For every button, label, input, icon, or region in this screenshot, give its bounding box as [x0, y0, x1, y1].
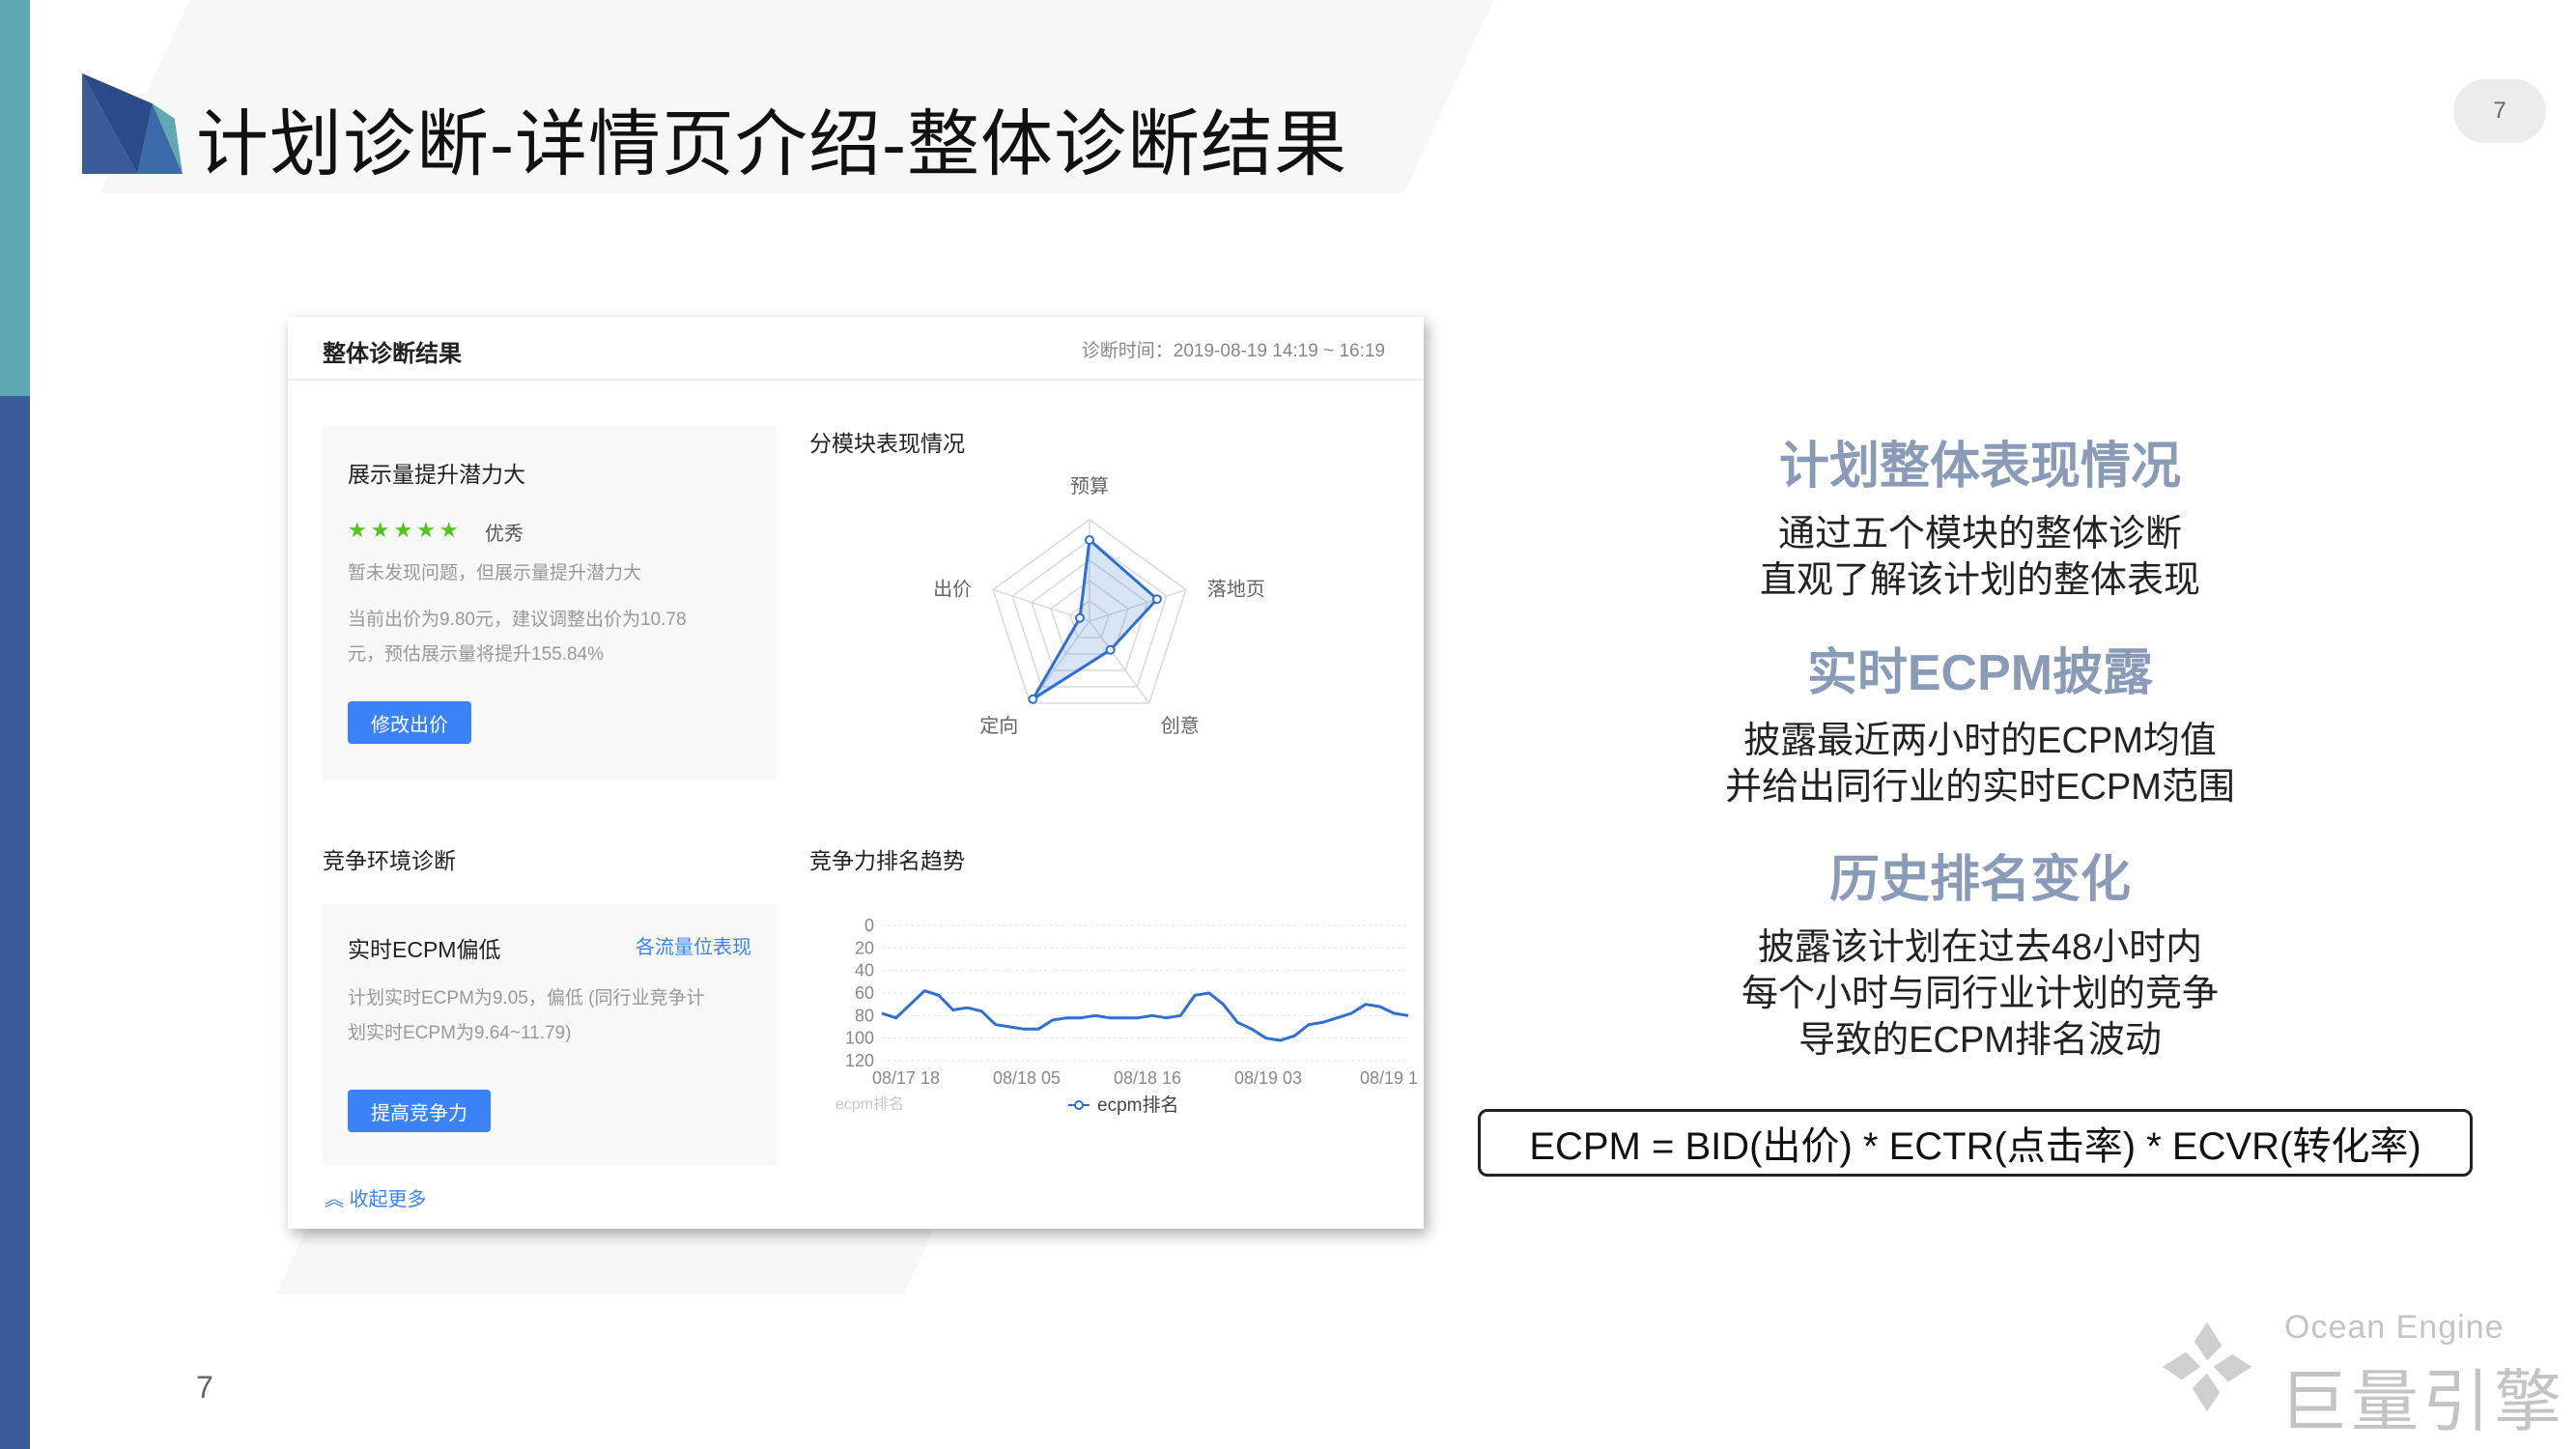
- explain-block-history: 历史排名变化 披露该计划在过去48小时内 每个小时与同行业计划的竞争 导致的EC…: [1565, 838, 2395, 1064]
- radar-value-point: [1075, 612, 1086, 623]
- explain-block-ecpm: 实时ECPM披露 披露最近两小时的ECPM均值 并给出同行业的实时ECPM范围: [1565, 632, 2395, 810]
- radar-value-point: [1105, 644, 1116, 655]
- star-rating-icon: ★★★★★: [348, 518, 463, 542]
- trend-y-tick-label: 20: [855, 938, 874, 957]
- card-title: 实时ECPM偏低: [348, 937, 501, 962]
- impression-card: 展示量提升潜力大 ★★★★★ 优秀 暂未发现问题，但展示量提升潜力大 当前出价为…: [323, 425, 777, 781]
- trend-axis-note: ecpm排名: [835, 1095, 904, 1113]
- brand-name-cn: 巨量引擎: [2279, 1364, 2565, 1439]
- trend-y-tick-label: 100: [845, 1029, 874, 1048]
- collapse-more-link[interactable]: ︽ 收起更多: [325, 1183, 427, 1211]
- trend-x-tick-label: 08/18 05: [993, 1068, 1061, 1088]
- ranking-trend-chart: 0 20 40 60 80 100 12008/17 18 08/18 05 08/18 16 0…: [835, 916, 1418, 1116]
- diagnosis-time: 诊断时间：2019-08-19 14:19 ~ 16:19: [1081, 341, 1385, 361]
- explain-line: 通过五个模块的整体诊断: [1777, 514, 2182, 554]
- radar-axis-label: 落地页: [1207, 579, 1265, 601]
- trend-y-tick-label: 80: [855, 1006, 874, 1025]
- trend-section-label: 竞争力排名趋势: [809, 848, 965, 873]
- card-desc: 暂未发现问题，但展示量提升潜力大: [348, 563, 642, 583]
- trend-x-tick-label: 08/18 16: [1114, 1068, 1181, 1088]
- explain-heading: 计划整体表现情况: [1778, 439, 2181, 495]
- chevron-up-icon: ︽: [325, 1189, 350, 1210]
- traffic-position-link[interactable]: 各流量位表现: [636, 931, 751, 959]
- explain-heading: 历史排名变化: [1828, 852, 2131, 908]
- explain-line: 直观了解该计划的整体表现: [1759, 560, 2200, 601]
- ocean-engine-logo-icon: [2162, 1321, 2252, 1412]
- explain-block-overall: 计划整体表现情况 通过五个模块的整体诊断 直观了解该计划的整体表现: [1565, 425, 2395, 604]
- left-accent-bar-top: [0, 0, 30, 396]
- trend-legend-label: ecpm排名: [1097, 1094, 1178, 1116]
- radar-value-point: [1151, 594, 1162, 605]
- radar-axis-label: 出价: [933, 579, 972, 601]
- radar-value-point: [1028, 694, 1038, 704]
- improve-competitiveness-button[interactable]: 提高竞争力: [348, 1090, 491, 1132]
- explain-line: 披露该计划在过去48小时内: [1757, 927, 2203, 968]
- panel-title: 整体诊断结果: [323, 341, 462, 367]
- trend-y-tick-label: 0: [864, 916, 874, 935]
- diagnosis-panel: 整体诊断结果 诊断时间：2019-08-19 14:19 ~ 16:19 展示量…: [288, 317, 1424, 1229]
- trend-x-tick-label: 08/17 18: [872, 1068, 940, 1088]
- trend-y-tick-label: 40: [855, 961, 874, 980]
- ecpm-card: 实时ECPM偏低 各流量位表现 计划实时ECPM为9.05，偏低 (同行业竞争计…: [323, 904, 777, 1165]
- explain-heading: 实时ECPM披露: [1806, 645, 2154, 701]
- explain-line: 每个小时与同行业计划的竞争: [1741, 974, 2219, 1014]
- page-number-footer: 7: [196, 1370, 213, 1405]
- module-radar-chart: 预算落地页创意 定向 出价: [933, 475, 1265, 737]
- trend-y-tick-label: 120: [845, 1051, 874, 1070]
- trend-x-tick-label: 08/19 1: [1360, 1068, 1418, 1088]
- card-desc: 划实时ECPM为9.64~11.79): [348, 1023, 572, 1043]
- trend-legend-marker: [1074, 1100, 1084, 1110]
- ecpm-formula: ECPM = BID(出价) * ECTR(点击率) * ECVR(转化率): [1478, 1109, 2473, 1177]
- trend-y-tick-label: 60: [855, 983, 874, 1003]
- brand-name-en: Ocean Engine: [2284, 1309, 2505, 1346]
- competition-section-label: 竞争环境诊断: [323, 848, 456, 873]
- rating-label: 优秀: [485, 524, 524, 545]
- explain-line: 披露最近两小时的ECPM均值: [1743, 721, 2217, 761]
- card-desc: 当前出价为9.80元，建议调整出价为10.78: [348, 610, 687, 630]
- radar-value-point: [1085, 535, 1094, 545]
- modify-bid-button[interactable]: 修改出价: [348, 701, 471, 744]
- explain-line: 导致的ECPM排名波动: [1798, 1020, 2162, 1061]
- radar-axis-label: 定向: [979, 715, 1018, 737]
- card-title: 展示量提升潜力大: [348, 462, 525, 487]
- trend-x-tick-label: 08/19 03: [1234, 1068, 1302, 1088]
- page-title: 计划诊断-详情页介绍-整体诊断结果: [196, 103, 1347, 185]
- panel-header: 整体诊断结果 诊断时间：2019-08-19 14:19 ~ 16:19: [288, 317, 1424, 381]
- slide-logo-icon: [82, 73, 183, 174]
- radar-axis-label: 预算: [1070, 475, 1109, 497]
- page-number-badge: 7: [2453, 79, 2546, 143]
- card-desc: 计划实时ECPM为9.05，偏低 (同行业竞争计: [348, 988, 705, 1009]
- explain-line: 并给出同行业的实时ECPM范围: [1725, 767, 2235, 808]
- left-accent-bar-bottom: [0, 396, 30, 1449]
- radar-axis-label: 创意: [1161, 715, 1200, 737]
- card-desc: 元，预估展示量将提升155.84%: [348, 644, 605, 665]
- radar-value-area: [1032, 537, 1160, 700]
